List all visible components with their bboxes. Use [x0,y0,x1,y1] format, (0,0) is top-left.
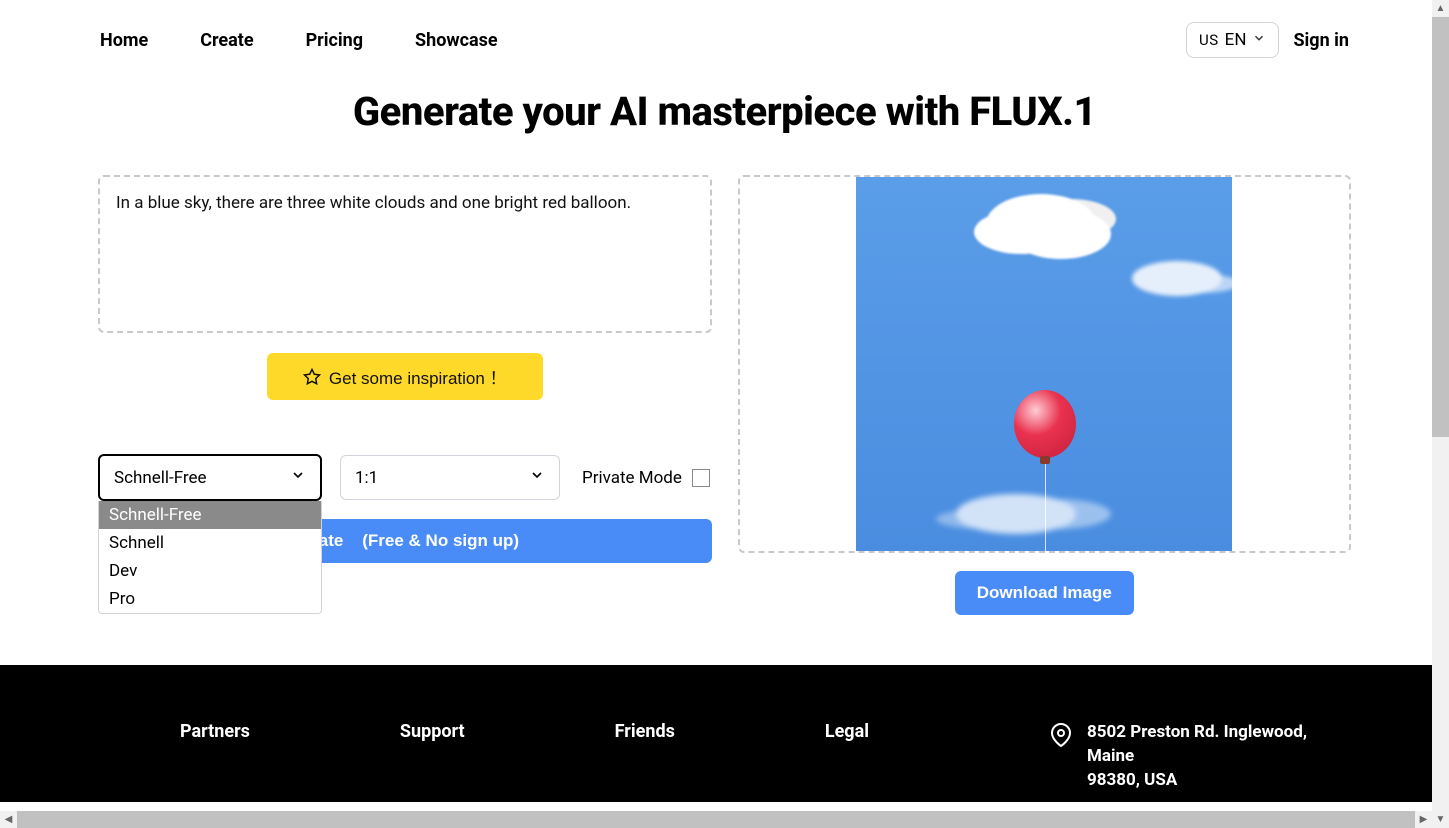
scroll-left-arrow-icon[interactable]: ◀ [0,811,17,828]
generated-image-box [738,175,1352,553]
model-option-schnell[interactable]: Schnell [99,529,321,557]
footer: Partners Support Friends Legal 8502 Pres… [0,665,1449,802]
model-select-value: Schnell-Free [114,468,207,488]
footer-legal-heading: Legal [825,721,869,742]
private-mode-checkbox[interactable] [692,469,710,487]
footer-friends-heading: Friends [615,721,675,742]
chevron-down-icon [290,467,306,488]
chevron-down-icon [1252,30,1266,50]
scroll-down-arrow-icon[interactable]: ▼ [1432,811,1449,828]
vertical-scrollbar[interactable]: ▲ ▼ [1432,0,1449,828]
private-mode-label: Private Mode [582,468,682,488]
download-button[interactable]: Download Image [955,571,1134,615]
private-mode-toggle: Private Mode [582,468,710,488]
chevron-down-icon [529,467,545,488]
signin-link[interactable]: Sign in [1293,30,1349,51]
model-select[interactable]: Schnell-Free [98,454,322,501]
ratio-select[interactable]: 1:1 [340,455,560,500]
nav-pricing[interactable]: Pricing [306,30,363,51]
page-title: Generate your AI masterpiece with FLUX.1 [0,88,1449,135]
location-pin-icon [1049,723,1073,751]
footer-address: 8502 Preston Rd. Inglewood, Maine 98380,… [1087,721,1319,792]
scrollbar-thumb[interactable] [17,811,1415,828]
footer-support-heading: Support [400,721,465,742]
cloud-graphic [986,194,1096,254]
language-selector[interactable]: US EN [1186,22,1279,58]
model-option-schnell-free[interactable]: Schnell-Free [99,501,321,529]
nav-home[interactable]: Home [100,30,148,51]
cloud-graphic [1132,261,1222,296]
model-option-pro[interactable]: Pro [99,585,321,613]
footer-partners-heading: Partners [180,721,250,742]
nav-create[interactable]: Create [200,30,253,51]
prompt-input[interactable]: In a blue sky, there are three white clo… [98,175,712,333]
scrollbar-thumb[interactable] [1432,17,1449,437]
model-option-dev[interactable]: Dev [99,557,321,585]
nav-showcase[interactable]: Showcase [415,30,498,51]
scroll-up-arrow-icon[interactable]: ▲ [1432,0,1449,17]
create-button-sub: (Free & No sign up) [362,531,519,550]
lang-code: EN [1225,30,1247,50]
inspiration-button[interactable]: Get some inspiration ！ [267,353,543,400]
ratio-select-value: 1:1 [355,468,378,488]
cloud-graphic [956,494,1076,534]
balloon-graphic [1014,390,1076,458]
main-nav: Home Create Pricing Showcase [100,30,498,51]
lang-country: US [1199,31,1219,49]
horizontal-scrollbar[interactable]: ◀ ▶ [0,811,1432,828]
header: Home Create Pricing Showcase US EN Sign … [0,0,1449,80]
inspiration-label: Get some inspiration ！ [329,364,507,389]
balloon-string-graphic [1045,462,1046,552]
model-dropdown: Schnell-Free Schnell Dev Pro [98,501,322,614]
generated-image [856,176,1232,552]
star-icon [303,368,321,386]
scroll-right-arrow-icon[interactable]: ▶ [1415,811,1432,828]
